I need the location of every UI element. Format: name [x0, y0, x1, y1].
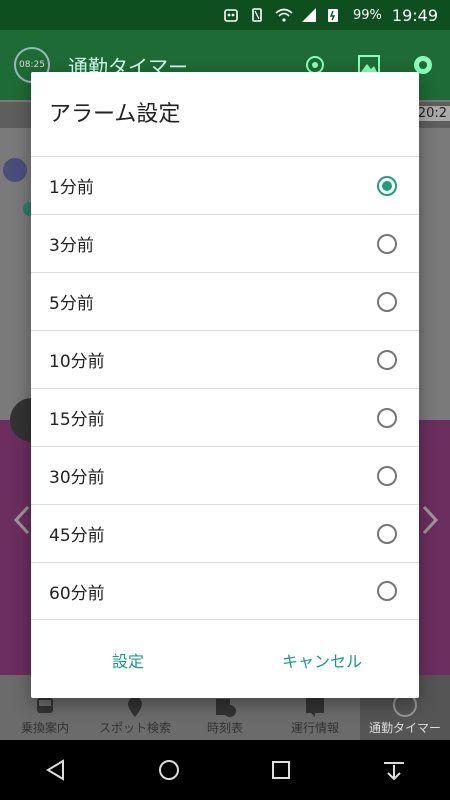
radio-button[interactable] [377, 523, 397, 544]
option-30min[interactable]: 30分前 [31, 446, 419, 504]
option-label: 1分前 [49, 178, 94, 198]
nav-timetable-label: 時刻表 [206, 721, 243, 735]
radio-button[interactable] [377, 465, 397, 486]
wifi-icon [275, 7, 293, 23]
timetable-icon [216, 699, 236, 717]
radio-button[interactable] [377, 291, 397, 312]
hide-keyboard-icon[interactable] [381, 757, 407, 783]
prev-arrow-icon[interactable] [12, 505, 32, 539]
recents-icon[interactable] [268, 757, 294, 783]
alarm-options-list: 1分前 3分前 5分前 10分前 15分前 30分前 45分前 60分前 [31, 156, 419, 620]
map-pin-icon [128, 697, 142, 717]
option-label: 3分前 [49, 236, 94, 256]
radio-button[interactable] [377, 175, 397, 196]
option-15min[interactable]: 15分前 [31, 388, 419, 446]
radio-button[interactable] [377, 233, 397, 254]
option-label: 60分前 [49, 583, 105, 604]
nav-commute-timer-label: 通勤タイマー [368, 721, 441, 735]
option-45min[interactable]: 45分前 [31, 504, 419, 562]
alert-icon [306, 698, 324, 717]
train-icon [37, 698, 53, 713]
status-bar: 99% 19:49 [0, 0, 450, 30]
background-dot [3, 158, 27, 182]
option-label: 15分前 [49, 410, 105, 430]
next-arrow-icon[interactable] [420, 505, 440, 539]
back-icon[interactable] [43, 757, 69, 783]
option-5min[interactable]: 5分前 [31, 272, 419, 330]
option-60min[interactable]: 60分前 [31, 562, 419, 620]
nav-transit-label: 乗換案内 [20, 721, 69, 735]
home-icon[interactable] [156, 757, 182, 783]
nav-spot-search-label: スポット検索 [98, 721, 171, 735]
battery-icon [327, 7, 343, 23]
background-time: 20:2 [414, 106, 450, 121]
battery-percent: 99% [352, 7, 382, 23]
signal-icon [301, 7, 317, 23]
nav-service-info-label: 運行情報 [290, 721, 339, 735]
dialog-title: アラーム設定 [49, 102, 181, 127]
option-label: 5分前 [49, 294, 94, 314]
cancel-button[interactable]: キャンセル [225, 632, 419, 688]
option-1min[interactable]: 1分前 [31, 156, 419, 214]
vibrate-icon [249, 7, 265, 23]
clock: 19:49 [391, 5, 438, 25]
option-label: 45分前 [49, 526, 105, 546]
dialog-actions: 設定 キャンセル [31, 632, 419, 688]
radio-button[interactable] [377, 407, 397, 428]
option-label: 10分前 [49, 352, 105, 372]
alarm-dialog: アラーム設定 1分前 3分前 5分前 10分前 15分前 30分前 45分前 6… [31, 72, 419, 698]
app-notification-icon [223, 7, 239, 23]
option-10min[interactable]: 10分前 [31, 330, 419, 388]
option-3min[interactable]: 3分前 [31, 214, 419, 272]
confirm-button[interactable]: 設定 [31, 632, 225, 688]
radio-button[interactable] [377, 581, 397, 601]
option-label: 30分前 [49, 468, 105, 488]
system-nav-bar [0, 740, 450, 800]
radio-button[interactable] [377, 349, 397, 370]
